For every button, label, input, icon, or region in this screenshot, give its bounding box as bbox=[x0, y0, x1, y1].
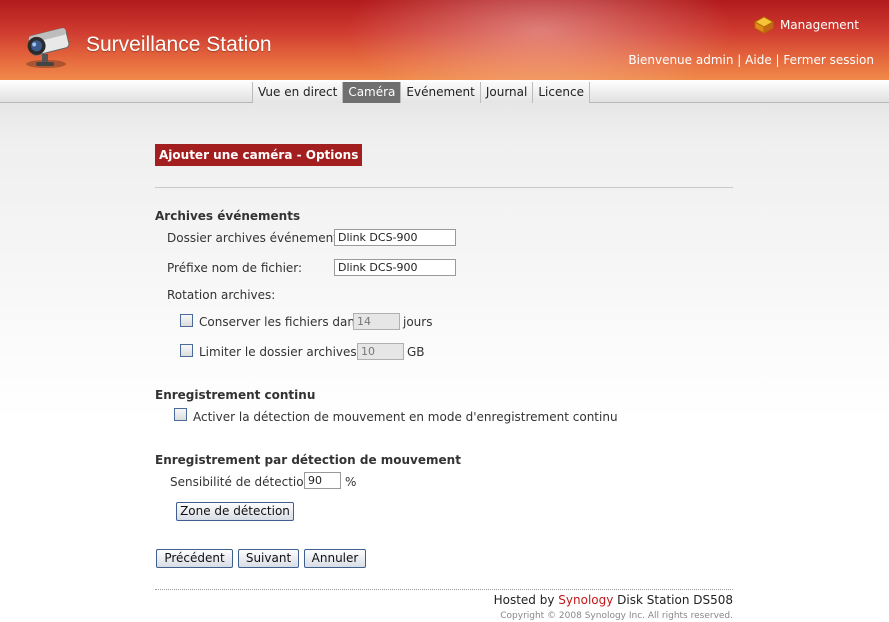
brand-name: Synology bbox=[558, 593, 614, 607]
archives-section-title: Archives événements bbox=[155, 209, 301, 223]
footer-divider bbox=[155, 589, 733, 590]
copyright: Copyright © 2008 Synology Inc. All right… bbox=[500, 611, 733, 621]
sensitivity-input[interactable] bbox=[304, 472, 341, 489]
limit-size-label: Limiter le dossier archives à bbox=[199, 345, 368, 359]
welcome-link[interactable]: Bienvenue admin bbox=[628, 53, 733, 67]
management-link[interactable]: Management bbox=[753, 16, 859, 34]
header-glow bbox=[330, 0, 750, 80]
app-title: Surveillance Station bbox=[86, 33, 272, 56]
separator: | bbox=[775, 53, 780, 67]
user-links: Bienvenue admin | Aide | Fermer session bbox=[628, 53, 874, 67]
days-unit: jours bbox=[403, 315, 433, 329]
previous-button[interactable]: Précédent bbox=[156, 549, 233, 568]
camera-logo-icon bbox=[26, 27, 70, 68]
management-icon bbox=[753, 16, 774, 34]
keep-files-label: Conserver les fichiers dans bbox=[199, 315, 362, 329]
folder-label: Dossier archives événements: bbox=[167, 231, 349, 245]
tab-license[interactable]: Licence bbox=[533, 82, 590, 103]
help-link[interactable]: Aide bbox=[745, 53, 772, 67]
tab-camera[interactable]: Caméra bbox=[343, 82, 402, 103]
detection-zone-button[interactable]: Zone de détection bbox=[176, 502, 294, 521]
prefix-input[interactable] bbox=[334, 259, 456, 276]
sensitivity-unit: % bbox=[345, 475, 357, 489]
page-title: Ajouter une caméra - Options bbox=[155, 144, 363, 166]
app-header: Surveillance Station Management Bienvenu… bbox=[0, 0, 889, 80]
limit-size-input[interactable] bbox=[357, 343, 404, 360]
main-tabs: Vue en direct Caméra Evénement Journal L… bbox=[252, 82, 590, 103]
hosted-suffix: Disk Station DS508 bbox=[617, 593, 733, 607]
prefix-label: Préfixe nom de fichier: bbox=[167, 261, 303, 275]
next-button[interactable]: Suivant bbox=[238, 549, 299, 568]
divider bbox=[155, 187, 733, 188]
motion-continuous-label: Activer la détection de mouvement en mod… bbox=[193, 410, 618, 424]
rotation-label: Rotation archives: bbox=[167, 288, 276, 302]
motion-section-title: Enregistrement par détection de mouvemen… bbox=[155, 453, 461, 467]
hosted-prefix: Hosted by bbox=[493, 593, 555, 607]
hosted-by: Hosted by Synology Disk Station DS508 bbox=[494, 593, 733, 607]
keep-days-input[interactable] bbox=[353, 313, 400, 330]
tab-log[interactable]: Journal bbox=[480, 82, 534, 103]
tab-live-view[interactable]: Vue en direct bbox=[252, 82, 344, 103]
limit-size-checkbox[interactable] bbox=[180, 344, 193, 357]
tab-event[interactable]: Evénement bbox=[401, 82, 481, 103]
management-label: Management bbox=[779, 18, 859, 32]
size-unit: GB bbox=[407, 345, 425, 359]
motion-continuous-checkbox[interactable] bbox=[174, 408, 187, 421]
folder-input[interactable] bbox=[334, 229, 456, 246]
logout-link[interactable]: Fermer session bbox=[783, 53, 874, 67]
sensitivity-label: Sensibilité de détection: bbox=[170, 475, 316, 489]
separator: | bbox=[737, 53, 742, 67]
keep-files-checkbox[interactable] bbox=[180, 314, 193, 327]
cancel-button[interactable]: Annuler bbox=[304, 549, 366, 568]
continuous-section-title: Enregistrement continu bbox=[155, 388, 316, 402]
